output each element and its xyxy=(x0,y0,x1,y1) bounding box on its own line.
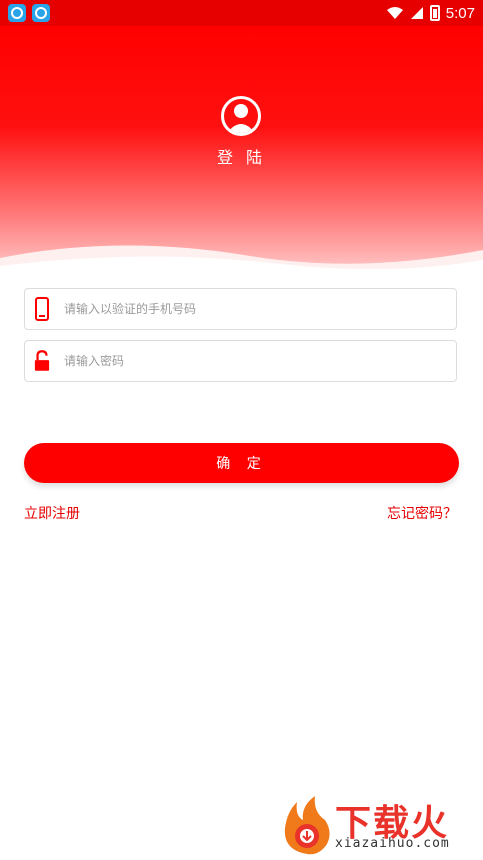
clock: 5:07 xyxy=(445,4,475,22)
notification-icons xyxy=(8,4,50,22)
battery-icon xyxy=(429,5,440,21)
page-title: 登 陆 xyxy=(216,148,267,167)
phone-field[interactable] xyxy=(24,288,457,330)
signal-icon xyxy=(410,7,423,19)
unlock-icon xyxy=(34,349,50,373)
system-status: 5:07 xyxy=(386,5,475,22)
password-input[interactable] xyxy=(62,353,456,369)
status-bar: 5:07 xyxy=(0,0,483,26)
confirm-button[interactable]: 确 定 xyxy=(24,443,459,483)
header-banner: 登 陆 xyxy=(0,26,483,278)
watermark-domain: xiazaihuo.com xyxy=(335,836,450,851)
phone-icon xyxy=(34,297,50,321)
flame-logo-icon xyxy=(284,796,330,855)
password-field[interactable] xyxy=(24,340,457,382)
avatar-icon xyxy=(221,96,261,136)
phone-input[interactable] xyxy=(62,301,456,317)
app-notification-icon xyxy=(8,4,26,22)
wave-decoration xyxy=(0,245,483,278)
forgot-password-link[interactable]: 忘记密码？ xyxy=(387,503,457,523)
app-notification-icon xyxy=(32,4,50,22)
watermark: 下载火 xiazaihuo.com xyxy=(281,794,477,856)
register-link[interactable]: 立即注册 xyxy=(24,503,80,523)
wifi-icon xyxy=(386,7,403,19)
